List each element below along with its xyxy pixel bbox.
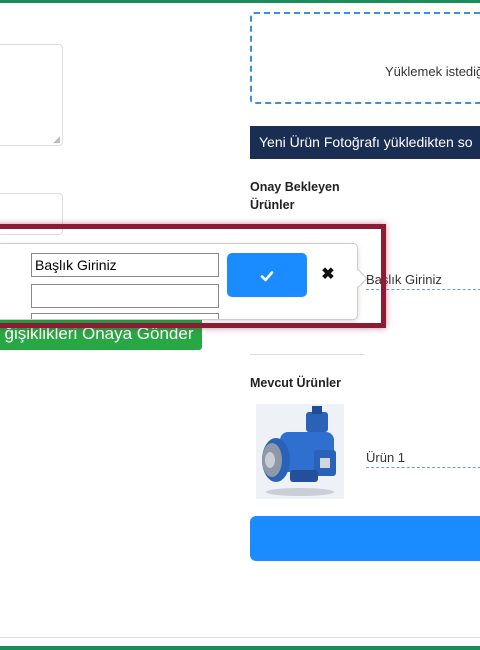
description-textarea[interactable]: ◢: [0, 44, 63, 146]
footer-divider: [0, 637, 480, 638]
highlight-frame: [0, 224, 386, 328]
product-thumbnail[interactable]: [256, 404, 344, 499]
pending-products-title: Onay Bekleyen Ürünler: [250, 180, 340, 212]
product-name-link[interactable]: Ürün 1: [366, 450, 480, 468]
upload-dropzone[interactable]: Yüklemek istediğ: [250, 12, 480, 104]
resize-grip-icon[interactable]: ◢: [53, 135, 60, 144]
upload-notice: Yeni Ürün Fotoğrafı yükledikten so: [250, 126, 480, 159]
current-products-title: Mevcut Ürünler: [250, 376, 341, 390]
primary-action-button[interactable]: [250, 516, 480, 561]
upload-instruction: Yüklemek istediğ: [385, 64, 480, 79]
hydraulic-pump-image: [256, 404, 344, 499]
bottom-accent-bar: [0, 646, 480, 650]
top-accent-bar: [0, 0, 480, 3]
section-divider: [250, 354, 365, 355]
